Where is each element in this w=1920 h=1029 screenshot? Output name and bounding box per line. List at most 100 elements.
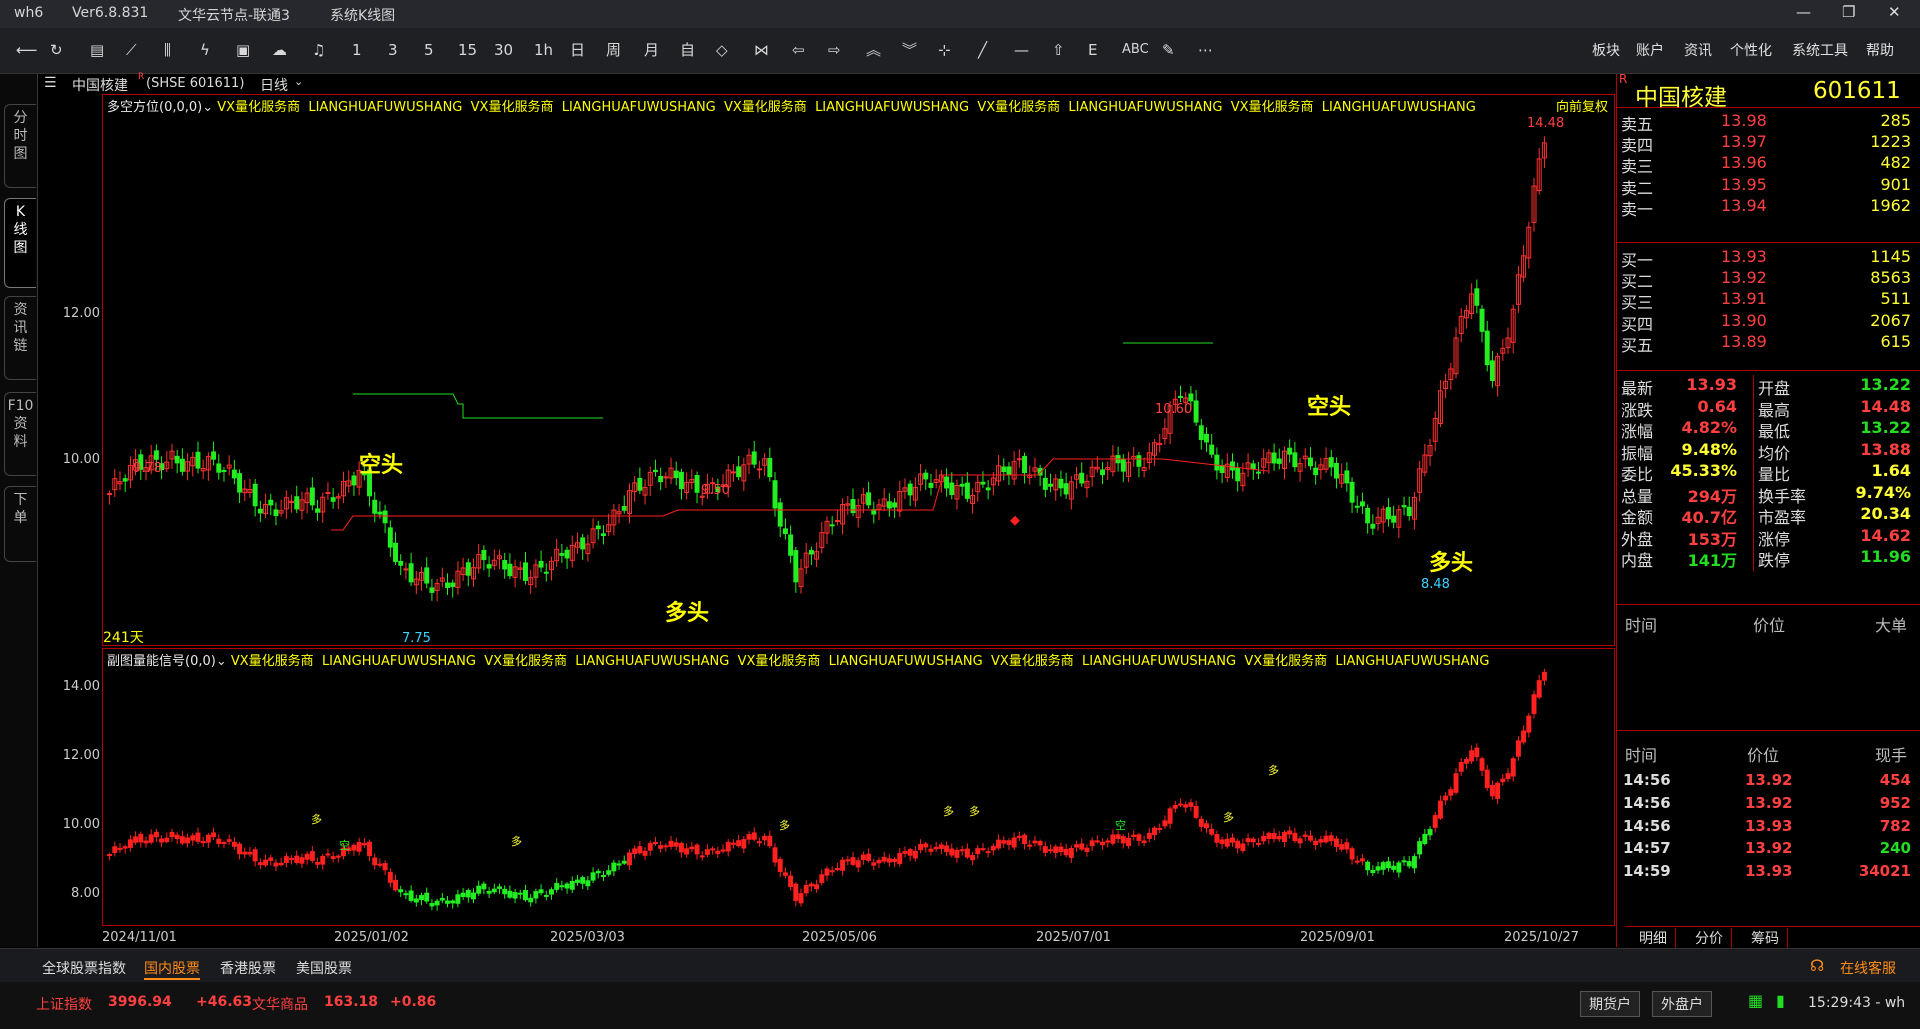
indicator-name[interactable]: 多空方位(0,0,0)	[107, 100, 202, 115]
headset-icon[interactable]: ☊	[1810, 956, 1824, 975]
candle-body	[450, 582, 456, 588]
tab-domestic-stocks[interactable]: 国内股票	[144, 958, 200, 980]
tab-f10[interactable]: F10 资料	[4, 392, 36, 476]
candle-body	[1349, 481, 1355, 503]
tab-timeshare[interactable]: 分时图	[4, 104, 36, 188]
chevron-down-icon[interactable]: ⌄	[202, 100, 213, 115]
period-custom[interactable]: 自	[680, 40, 695, 60]
down-icon[interactable]: ︾	[902, 40, 917, 60]
next-icon[interactable]: ⇨	[828, 40, 841, 60]
bell-icon[interactable]: ♫	[312, 40, 325, 60]
period-15[interactable]: 15	[458, 40, 477, 60]
refresh-icon[interactable]: ↻	[50, 40, 63, 60]
expand-icon[interactable]: ◇	[716, 40, 728, 60]
menu-system-tools[interactable]: 系统工具	[1792, 40, 1848, 60]
chevron-down-icon[interactable]: ⌄	[294, 75, 303, 88]
candle-body	[1292, 832, 1298, 842]
candle-body	[434, 900, 440, 906]
divider	[1617, 242, 1920, 243]
symbol-name[interactable]: 中国核建	[72, 75, 128, 95]
candle-body	[564, 549, 570, 559]
cloud-icon[interactable]: ☁	[272, 40, 287, 60]
tab-price-dist[interactable]: 分价	[1687, 928, 1732, 948]
candle-body	[445, 582, 450, 588]
adjust-mode[interactable]: 向前复权	[1556, 96, 1608, 115]
server-node[interactable]: 文华云节点-联通3	[178, 5, 290, 25]
candle-body	[538, 560, 544, 568]
menu-lines-icon[interactable]: ☰	[44, 75, 57, 91]
online-service-link[interactable]: 在线客服	[1840, 958, 1896, 978]
menu-account[interactable]: 账户	[1636, 40, 1664, 60]
minimize-icon[interactable]: —	[1796, 3, 1811, 21]
list-icon[interactable]: ▤	[90, 40, 104, 60]
candle-body	[621, 860, 627, 864]
period-5[interactable]: 5	[424, 40, 434, 60]
period-month[interactable]: 月	[644, 40, 659, 60]
bid-row[interactable]: 买五 13.89 615	[1617, 329, 1920, 355]
sub-chart[interactable]: 多空多多多多空多多 副图量能信号(0,0)⌄ VX量化服务商 LIANGHUAF…	[102, 648, 1615, 926]
period-select[interactable]: 日线	[260, 75, 288, 95]
text-tool-icon[interactable]: Ε	[1088, 40, 1097, 60]
sub-indicator-name[interactable]: 副图量能信号(0,0)	[107, 654, 216, 669]
candle-body	[1042, 477, 1048, 490]
abc-icon[interactable]: ABC	[1122, 40, 1149, 60]
line-tool-icon[interactable]: ╱	[978, 40, 987, 60]
period-1[interactable]: 1	[352, 40, 362, 60]
tab-detail[interactable]: 明细	[1631, 928, 1676, 948]
period-1h[interactable]: 1h	[534, 40, 553, 60]
menu-news[interactable]: 资讯	[1684, 40, 1712, 60]
candle-body	[996, 839, 1002, 849]
menu-help[interactable]: 帮助	[1866, 40, 1894, 60]
period-3[interactable]: 3	[388, 40, 398, 60]
chevron-down-icon[interactable]: ⌄	[216, 654, 227, 669]
screenshot-icon[interactable]: ▣	[236, 40, 250, 60]
up-icon[interactable]: ︽	[866, 40, 881, 60]
candle-body	[1235, 840, 1241, 849]
tab-kline[interactable]: K线图	[4, 198, 36, 288]
index-name[interactable]: 上证指数	[36, 994, 92, 1014]
tab-us-stocks[interactable]: 美国股票	[296, 958, 352, 978]
period-30[interactable]: 30	[494, 40, 513, 60]
commodity-name[interactable]: 文华商品	[252, 994, 308, 1014]
period-day[interactable]: 日	[570, 40, 585, 60]
tab-chips[interactable]: 筹码	[1743, 928, 1788, 948]
period-week[interactable]: 周	[606, 40, 621, 60]
pen-icon[interactable]: ✎	[1162, 40, 1175, 60]
tab-global-index[interactable]: 全球股票指数	[42, 958, 126, 978]
hline-icon[interactable]: —	[1014, 40, 1029, 60]
candle-body	[356, 842, 362, 852]
restore-icon[interactable]: ❐	[1842, 3, 1855, 21]
candle-body	[1302, 834, 1308, 837]
shrink-icon[interactable]: ⋈	[754, 40, 769, 60]
flash-icon[interactable]: ϟ	[200, 40, 210, 60]
back-icon[interactable]: ⟵	[16, 40, 38, 60]
close-icon[interactable]: ✕	[1888, 3, 1901, 21]
tick-time: 14:56	[1623, 793, 1671, 812]
foreign-account-button[interactable]: 外盘户	[1652, 991, 1712, 1017]
tab-newschain[interactable]: 资讯链	[4, 296, 36, 380]
tick-time: 14:56	[1623, 771, 1671, 789]
tab-f10-label: F10 资料	[7, 398, 34, 450]
candle-body	[523, 890, 528, 901]
candle-icon[interactable]: ⫼	[164, 40, 171, 60]
main-chart[interactable]: 多空方位(0,0,0)⌄ VX量化服务商 LIANGHUAFUWUSHANG V…	[102, 94, 1615, 646]
app-name: wh6	[14, 5, 44, 21]
candle-body	[1385, 507, 1391, 520]
candle-body	[1089, 840, 1095, 847]
menu-sector[interactable]: 板块	[1592, 40, 1620, 60]
ask-row[interactable]: 卖一 13.94 1962	[1617, 193, 1920, 219]
futures-account-button[interactable]: 期货户	[1580, 991, 1640, 1017]
candle-body	[777, 858, 783, 872]
stat-value: 9.74%	[1855, 482, 1911, 502]
candle-body	[782, 528, 788, 535]
crosshair-icon[interactable]: ⊹	[938, 40, 951, 60]
menu-personalize[interactable]: 个性化	[1730, 40, 1772, 60]
line-chart-icon[interactable]: ⟋	[126, 40, 137, 60]
prev-icon[interactable]: ⇦	[792, 40, 805, 60]
long-signal-glyph: 多	[311, 812, 322, 826]
home-icon[interactable]: ⇧	[1052, 40, 1065, 60]
grid-icon[interactable]: ▦	[1748, 991, 1763, 1010]
more-icon[interactable]: ⋯	[1198, 40, 1213, 60]
tab-hk-stocks[interactable]: 香港股票	[220, 958, 276, 978]
tab-order[interactable]: 下单	[4, 486, 36, 562]
